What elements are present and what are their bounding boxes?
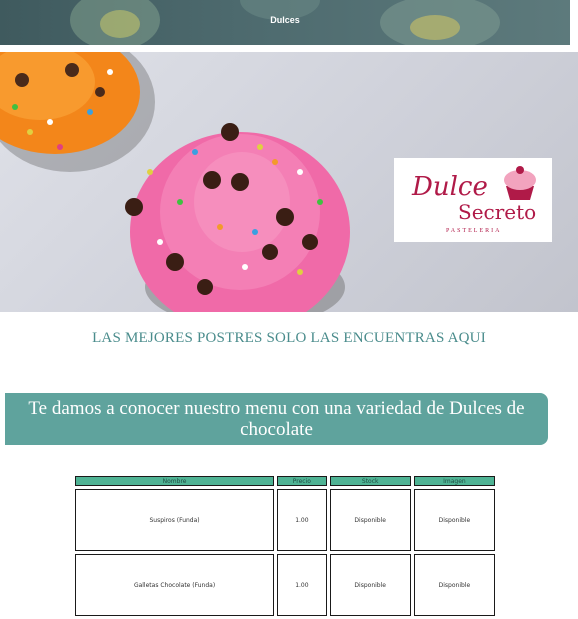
cupcake-logo-icon — [504, 166, 536, 200]
tagline: LAS MEJORES POSTRES SOLO LAS ENCUENTRAS … — [92, 330, 486, 346]
cell-nombre: Suspiros (Funda) — [75, 489, 275, 551]
page-title: Dulces — [270, 15, 300, 25]
table-header-row: Nombre Precio Stock Imagen — [75, 476, 495, 486]
cell-imagen: Disponible — [413, 489, 495, 551]
menu-table: Nombre Precio Stock Imagen Suspiros (Fun… — [72, 473, 498, 619]
cell-stock: Disponible — [329, 489, 411, 551]
logo-line2: Secreto — [458, 200, 537, 224]
cell-precio: 1.00 — [277, 554, 327, 616]
cell-stock: Disponible — [329, 554, 411, 616]
cell-precio: 1.00 — [277, 489, 327, 551]
col-header-precio: Precio — [277, 476, 327, 486]
intro-banner: Te damos a conocer nuestro menu con una … — [5, 393, 548, 445]
logo-line3: PASTELERIA — [446, 228, 502, 234]
logo-line1: Dulce — [412, 172, 488, 202]
intro-text: Te damos a conocer nuestro menu con una … — [28, 398, 525, 440]
brand-logo: Dulce Secreto PASTELERIA — [394, 158, 552, 242]
cell-nombre: Galletas Chocolate (Funda) — [75, 554, 275, 616]
cell-imagen: Disponible — [413, 554, 495, 616]
hero-image: Dulce Secreto PASTELERIA — [0, 52, 578, 312]
col-header-stock: Stock — [329, 476, 411, 486]
table-row: Galletas Chocolate (Funda) 1.00 Disponib… — [75, 554, 495, 616]
table-row: Suspiros (Funda) 1.00 Disponible Disponi… — [75, 489, 495, 551]
top-banner: Dulces — [0, 0, 570, 45]
col-header-imagen: Imagen — [413, 476, 495, 486]
col-header-nombre: Nombre — [75, 476, 275, 486]
